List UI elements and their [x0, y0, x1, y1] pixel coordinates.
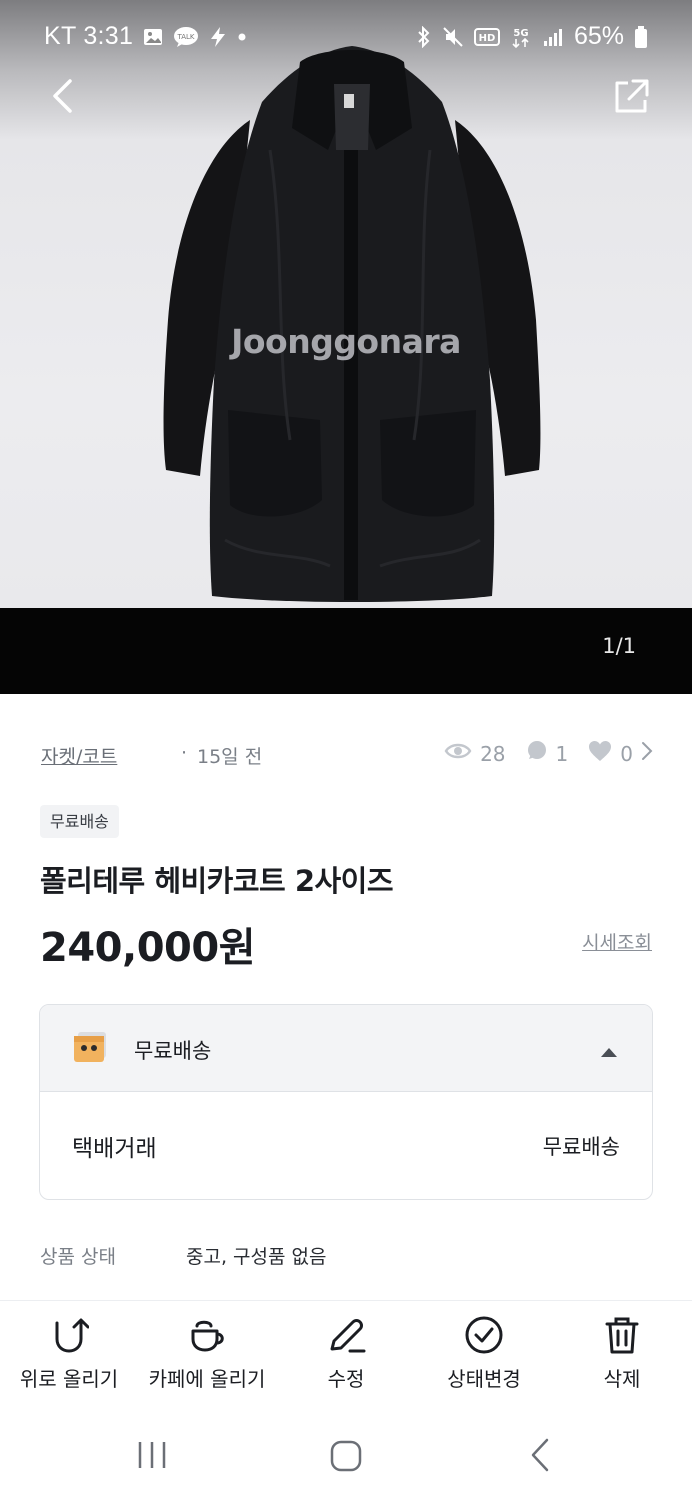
watermark-text: Joonggonara	[231, 322, 461, 361]
shipping-method-label: 택배거래	[72, 1136, 157, 1162]
bottom-action-bar: 위로 올리기 카페에 올리기 수정 상태변경 삭제	[0, 1300, 692, 1410]
chevron-right-icon	[641, 741, 653, 766]
caret-up-icon[interactable]	[600, 1043, 618, 1062]
chevron-left-icon[interactable]	[48, 78, 76, 118]
product-title: 폴리테루 헤비카코트 2사이즈	[40, 864, 394, 898]
battery-percent: 65%	[573, 22, 624, 50]
cafe-post-button[interactable]: 카페에 올리기	[138, 1315, 276, 1392]
likes-count: 0	[620, 741, 633, 766]
price-check-link[interactable]: 시세조회	[582, 928, 652, 955]
posted-time: 15일 전	[197, 746, 263, 768]
edit-label: 수정	[327, 1367, 365, 1391]
cafe-post-label: 카페에 올리기	[148, 1367, 266, 1391]
condition-row: 상품 상태 중고, 구성품 없음	[40, 1242, 326, 1269]
hd-icon: HD	[473, 27, 500, 47]
delete-button[interactable]: 삭제	[553, 1315, 691, 1392]
bump-up-label: 위로 올리기	[19, 1367, 119, 1391]
views-count: 28	[480, 741, 506, 766]
bolt-icon	[209, 26, 227, 48]
hd-icon-text: HD	[479, 33, 496, 44]
shipping-header-label: 무료배송	[134, 1039, 212, 1063]
delivery-box-icon	[72, 1029, 108, 1069]
photo-footer-band	[0, 608, 692, 694]
system-navigation-bar	[0, 1410, 692, 1500]
dot-icon	[237, 32, 247, 42]
product-price: 240,000원	[40, 925, 256, 971]
share-external-icon[interactable]	[612, 78, 650, 120]
mute-icon	[442, 26, 464, 48]
free-shipping-badge: 무료배송	[40, 805, 119, 838]
5g-icon: 5G	[510, 25, 532, 49]
check-circle-icon	[415, 1315, 553, 1355]
back-nav-icon[interactable]	[528, 1438, 552, 1476]
status-bar: KT 3:31 TALK HD 5G 65%	[0, 18, 692, 58]
product-photo[interactable]: Joonggonara KT 3:31 TALK HD 5G 65%	[0, 0, 692, 608]
eye-icon	[444, 741, 472, 766]
talk-icon: TALK	[173, 26, 199, 48]
shipping-panel: 무료배송 택배거래 무료배송	[39, 1004, 653, 1200]
likes-stat: 0	[588, 740, 653, 767]
cafe-cup-icon	[138, 1315, 276, 1355]
category-link[interactable]: 자켓/코트	[41, 742, 117, 769]
battery-icon	[634, 25, 648, 49]
delete-label: 삭제	[603, 1367, 641, 1391]
bluetooth-icon	[416, 25, 432, 48]
signal-icon	[542, 26, 564, 48]
chats-count: 1	[555, 741, 569, 766]
chat-bubble-icon	[526, 740, 548, 767]
recent-apps-icon[interactable]	[136, 1440, 168, 1474]
condition-label: 상품 상태	[40, 1246, 116, 1268]
product-stats[interactable]: 28 1 0	[430, 740, 653, 767]
pencil-icon	[277, 1315, 415, 1355]
home-icon[interactable]	[330, 1440, 362, 1476]
meta-separator: ·	[181, 742, 188, 764]
trash-icon	[553, 1315, 691, 1355]
views-stat: 28	[444, 741, 506, 766]
gallery-icon	[143, 27, 163, 47]
talk-icon-text: TALK	[177, 33, 195, 41]
edit-button[interactable]: 수정	[277, 1315, 415, 1392]
product-meta-row: 자켓/코트 · 15일 전 28 1 0	[41, 740, 653, 772]
shipping-method-value: 무료배송	[542, 1135, 620, 1159]
5g-icon-text: 5G	[513, 28, 528, 39]
status-change-button[interactable]: 상태변경	[415, 1315, 553, 1392]
chats-stat: 1	[526, 740, 569, 767]
heart-icon	[588, 740, 612, 767]
shipping-panel-header[interactable]: 무료배송	[40, 1005, 652, 1092]
bump-up-button[interactable]: 위로 올리기	[0, 1315, 138, 1392]
photo-counter: 1/1	[602, 634, 636, 658]
status-time: KT 3:31	[44, 22, 134, 50]
bump-up-icon	[0, 1315, 138, 1355]
status-change-label: 상태변경	[447, 1367, 521, 1391]
condition-value: 중고, 구성품 없음	[186, 1246, 327, 1268]
coat-image	[163, 46, 541, 602]
